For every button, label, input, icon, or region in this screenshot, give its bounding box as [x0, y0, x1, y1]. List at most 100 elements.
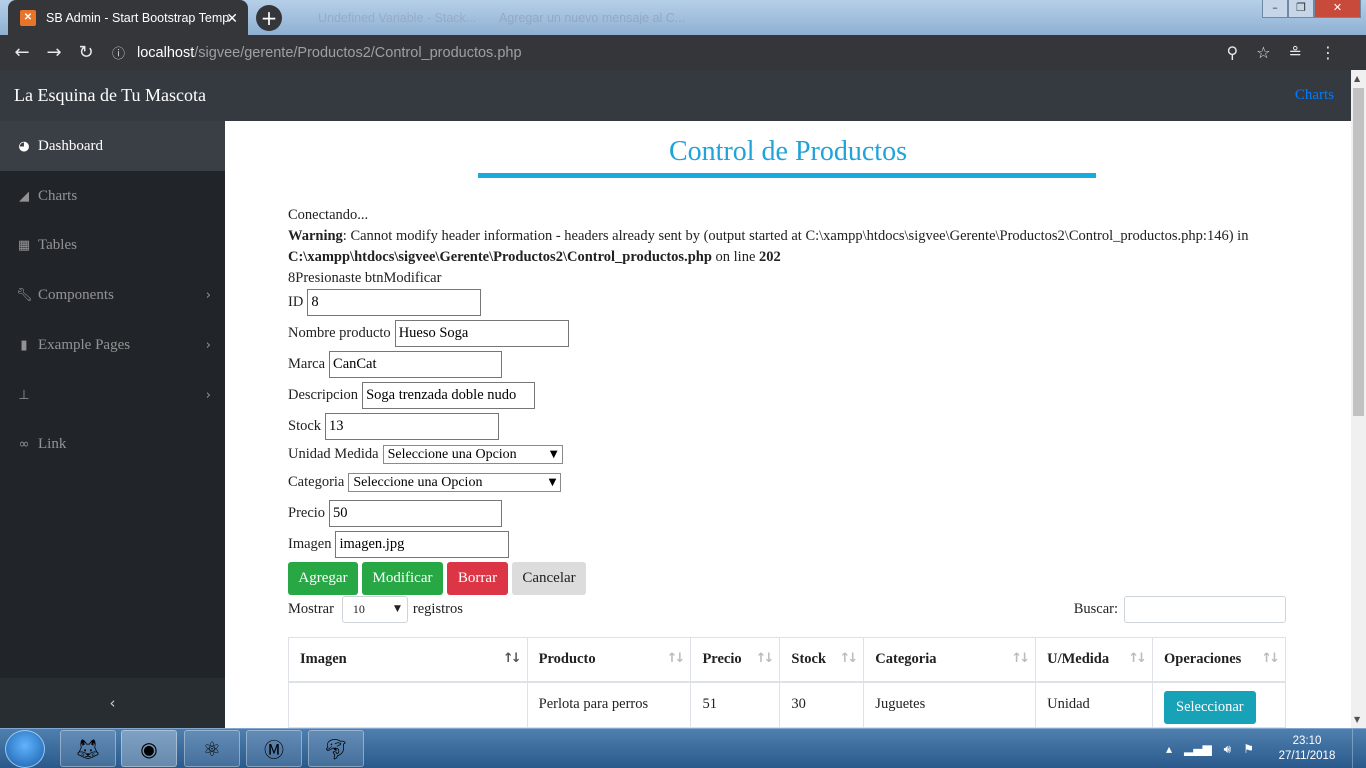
column-header-stock[interactable]: Stock ↑↓ — [779, 637, 865, 683]
close-window-button[interactable]: ✕ — [1314, 0, 1361, 18]
cell-categoria: Juguetes — [863, 681, 1037, 728]
marca-field[interactable] — [329, 351, 503, 378]
stock-label: Stock — [288, 418, 322, 434]
dashboard-icon: ◕ — [18, 138, 30, 154]
reload-icon[interactable]: ↻ — [70, 42, 102, 63]
url-host: localhost — [137, 44, 195, 61]
chevron-right-icon: › — [205, 337, 211, 353]
sidebar-item-charts[interactable]: ◢ Charts — [0, 171, 225, 221]
warning-text: : Cannot modify header information - hea… — [342, 228, 1249, 244]
imagen-label: Imagen — [288, 536, 332, 552]
clock[interactable]: 23:10 27/11/2018 — [1262, 734, 1352, 764]
page-scrollbar[interactable]: ▲ ▼ — [1351, 70, 1366, 728]
imagen-field[interactable] — [335, 531, 510, 558]
form-row-categoria: Categoria Seleccione una Opcion ▼ — [288, 473, 562, 492]
extension-icon[interactable]: ≗ — [1289, 43, 1302, 62]
chevron-left-icon: ‹ — [109, 694, 116, 712]
warning-label: Warning — [288, 228, 343, 244]
categoria-select[interactable]: Seleccione una Opcion ▼ — [348, 473, 562, 492]
firefox-icon[interactable]: 🦊︎ — [60, 730, 116, 767]
browser-tabstrip: ✕ SB Admin - Start Bootstrap Temp ✕ + Un… — [0, 0, 1366, 35]
id-field[interactable] — [307, 289, 482, 316]
borrar-button[interactable]: Borrar — [447, 562, 508, 595]
sidebar-item-dashboard[interactable]: ◕ Dashboard — [0, 121, 225, 171]
mysql-dolphin-icon[interactable]: 🐬︎ — [308, 730, 364, 767]
atom-icon[interactable]: ⚛ — [184, 730, 240, 767]
column-header-categoria[interactable]: Categoria ↑↓ — [863, 637, 1037, 683]
column-label: Stock — [791, 650, 827, 667]
window-controls: – ❐ ✕ — [1262, 0, 1361, 18]
marca-label: Marca — [288, 356, 326, 372]
star-icon[interactable]: ☆ — [1256, 43, 1270, 62]
tab-close-icon[interactable]: ✕ — [226, 10, 238, 27]
zoom-icon[interactable]: ⚲ — [1227, 43, 1239, 62]
seleccionar-button[interactable]: Seleccionar — [1164, 691, 1256, 725]
cancelar-button[interactable]: Cancelar — [512, 562, 586, 595]
sidebar-item-link[interactable]: ∞ Link — [0, 419, 225, 469]
chevron-down-icon: ▼ — [548, 477, 557, 488]
sort-icon: ↑↓ — [1261, 651, 1280, 666]
column-header-imagen[interactable]: Imagen ↑↓ — [288, 637, 528, 683]
chevron-right-icon: › — [205, 287, 211, 303]
length-select[interactable]: 10 ▼ — [341, 595, 408, 623]
scrollbar-thumb[interactable] — [1353, 88, 1364, 416]
tab-title: SB Admin - Start Bootstrap Temp — [46, 10, 230, 25]
scroll-down-icon[interactable]: ▼ — [1354, 715, 1360, 724]
descripcion-label: Descripcion — [288, 387, 359, 403]
column-header-umedida[interactable]: U/Medida ↑↓ — [1035, 637, 1153, 683]
show-desktop-button[interactable] — [1352, 729, 1366, 768]
column-label: Categoria — [875, 650, 937, 667]
precio-field[interactable] — [329, 500, 503, 527]
wrench-icon: 🔧︎ — [16, 287, 33, 303]
back-icon[interactable]: ← — [6, 42, 38, 63]
sidebar: ◕ Dashboard ◢ Charts ▦ Tables 🔧︎ Compone… — [0, 121, 225, 728]
nombre-field[interactable] — [394, 320, 569, 347]
start-button[interactable] — [5, 730, 45, 768]
sidebar-item-example-pages[interactable]: ▮ Example Pages › — [0, 320, 225, 370]
agregar-button[interactable]: Agregar — [288, 562, 358, 595]
browser-tab-active[interactable]: ✕ SB Admin - Start Bootstrap Temp ✕ — [8, 0, 248, 35]
sidebar-toggle-button[interactable]: ‹ — [0, 678, 225, 728]
menu-icon[interactable]: ⋮ — [1320, 43, 1336, 62]
flag-icon[interactable]: ⚑ — [1243, 742, 1254, 757]
forward-icon[interactable]: → — [38, 42, 70, 63]
clock-time: 23:10 — [1292, 735, 1322, 747]
search-input[interactable] — [1124, 595, 1286, 623]
address-bar[interactable]: ⓘ localhost/sigvee/gerente/Productos2/Co… — [112, 35, 522, 70]
warning-line: 202 — [759, 249, 781, 265]
new-tab-button[interactable]: + — [256, 5, 282, 31]
connecting-text: Conectando... — [288, 207, 369, 223]
column-header-operaciones[interactable]: Operaciones ↑↓ — [1152, 637, 1286, 683]
sidebar-item-components[interactable]: 🔧︎ Components › — [0, 270, 225, 320]
minimize-button[interactable]: – — [1262, 0, 1288, 18]
descripcion-field[interactable] — [362, 382, 536, 409]
scroll-up-icon[interactable]: ▲ — [1354, 74, 1360, 83]
navbar-charts-link[interactable]: Charts — [1295, 87, 1334, 104]
toolbar-actions: ⚲ ☆ ≗ ⋮ — [1227, 35, 1336, 70]
chevron-up-icon[interactable]: ▴ — [1166, 742, 1172, 757]
cell-umedida: Unidad — [1035, 681, 1153, 728]
area-chart-icon: ◢ — [19, 188, 29, 204]
malwarebytes-icon[interactable]: Ⓜ — [246, 730, 302, 767]
volume-icon[interactable]: 🔊︎ — [1224, 742, 1232, 757]
column-header-precio[interactable]: Precio ↑↓ — [690, 637, 781, 683]
length-control: Mostrar 10 ▼ registros — [288, 595, 463, 623]
browser-tab-inactive[interactable]: Undefined Variable - Stack... — [300, 0, 480, 35]
modificar-button[interactable]: Modificar — [362, 562, 443, 595]
link-icon: ∞ — [18, 436, 30, 452]
signal-icon[interactable]: ▂▄▆ — [1184, 742, 1212, 757]
info-icon[interactable]: ⓘ — [112, 43, 125, 62]
column-header-producto[interactable]: Producto ↑↓ — [526, 637, 692, 683]
browser-tab-inactive[interactable]: Agregar un nuevo mensaje al C... — [475, 0, 735, 35]
column-label: Precio — [702, 650, 742, 667]
sort-icon: ↑↓ — [666, 651, 686, 666]
stock-field[interactable] — [325, 413, 500, 440]
maximize-button[interactable]: ❐ — [1288, 0, 1314, 18]
navbar-brand[interactable]: La Esquina de Tu Mascota — [14, 85, 206, 106]
browser-toolbar: ← → ↻ ⓘ localhost/sigvee/gerente/Product… — [0, 35, 1366, 70]
sidebar-item-tables[interactable]: ▦ Tables — [0, 220, 225, 270]
sidebar-item-menu-levels[interactable]: ⊥ › — [0, 370, 225, 420]
unidad-select[interactable]: Seleccione una Opcion ▼ — [382, 445, 563, 464]
chevron-down-icon: ▼ — [394, 604, 401, 614]
chrome-icon[interactable]: ◉ — [121, 730, 177, 767]
